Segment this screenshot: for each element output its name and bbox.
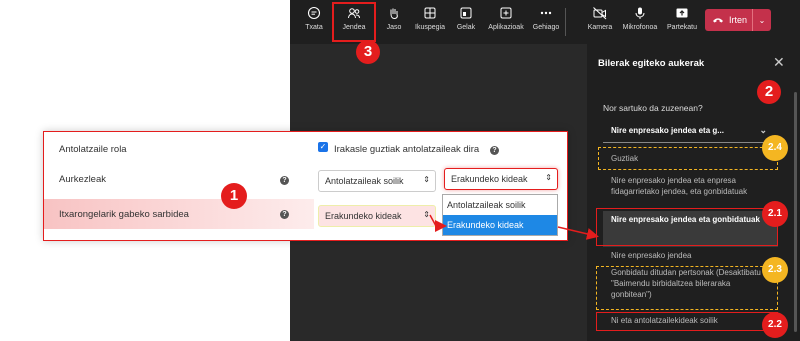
step-badge-2-3: 2.3 [762, 257, 788, 283]
annotation-arrows [429, 214, 599, 240]
step-badge-2-2: 2.2 [762, 312, 788, 338]
arrow-to-dropdown [429, 214, 447, 232]
step-badge-1: 1 [221, 183, 247, 209]
step-badge-3: 3 [356, 40, 380, 64]
step-badge-2: 2 [757, 80, 781, 104]
step-badge-2-1: 2.1 [762, 201, 788, 227]
arrow-to-panel [557, 226, 599, 240]
step-badge-2-4: 2.4 [762, 135, 788, 161]
